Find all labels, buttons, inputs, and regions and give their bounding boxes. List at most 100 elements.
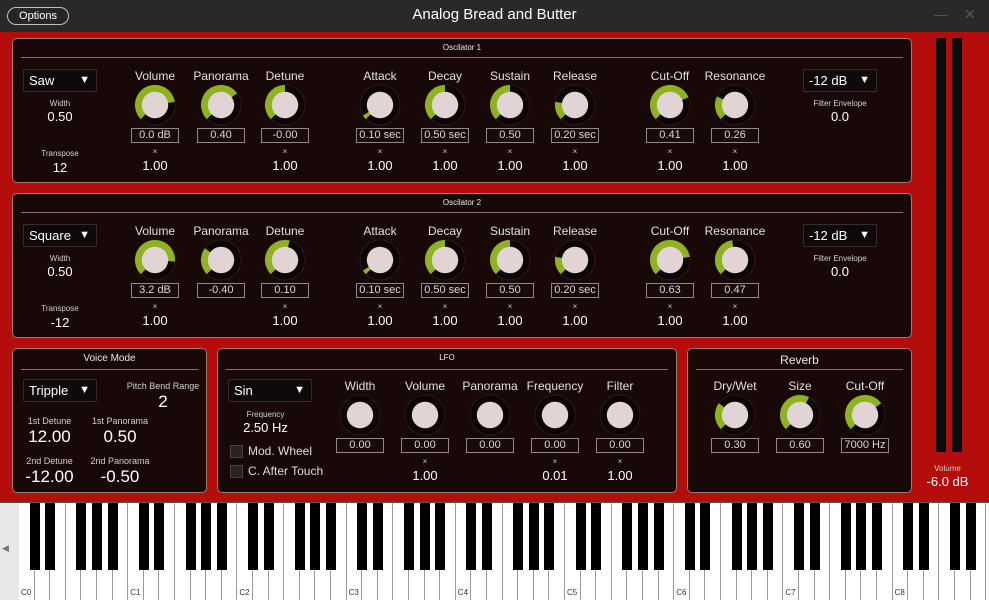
knob-resonance[interactable] [712,82,758,128]
knob-value-box[interactable]: 0.40 [197,128,245,143]
black-key[interactable] [903,503,914,570]
multiplier-value[interactable]: 1.00 [260,158,310,173]
filter-slope-select[interactable]: -12 dB ▼ [803,224,877,247]
multiplier-value[interactable]: 1.00 [645,313,695,328]
black-key[interactable] [965,503,976,570]
knob-value-box[interactable]: 0.20 sec [551,283,599,298]
knob-filter[interactable] [597,392,643,438]
knob-value-box[interactable]: 0.63 [646,283,694,298]
knob-value-box[interactable]: 3.2 dB [131,283,179,298]
black-key[interactable] [840,503,851,570]
black-key[interactable] [762,503,773,570]
knob-value-box[interactable]: 0.00 [596,438,644,453]
black-key[interactable] [404,503,414,570]
knob-volume[interactable] [402,392,448,438]
black-key[interactable] [700,503,711,570]
black-key[interactable] [638,503,648,570]
width-value[interactable]: 0.50 [35,109,85,124]
black-key[interactable] [29,503,40,570]
black-key[interactable] [950,503,960,570]
after-touch-checkbox[interactable] [230,465,243,478]
knob-dry-wet[interactable] [712,392,758,438]
black-key[interactable] [216,503,227,570]
voice-mode-select[interactable]: Tripple ▼ [23,379,97,402]
detune-1-value[interactable]: 12.00 [17,427,82,447]
filter-slope-select[interactable]: -12 dB ▼ [803,69,877,92]
multiplier-value[interactable]: 1.00 [485,158,535,173]
multiplier-value[interactable]: 0.01 [530,468,580,483]
knob-sustain[interactable] [487,237,533,283]
knob-value-box[interactable]: 0.10 [261,283,309,298]
pitch-bend-value[interactable]: 2 [123,392,203,412]
lfo-waveform-select[interactable]: Sin ▼ [228,379,312,402]
knob-value-box[interactable]: 0.20 sec [551,128,599,143]
multiplier-value[interactable]: 1.00 [645,158,695,173]
black-key[interactable] [201,503,212,570]
knob-value-box[interactable]: 0.26 [711,128,759,143]
knob-value-box[interactable]: 0.10 sec [356,128,404,143]
piano-keyboard[interactable]: ◀ C0 C1 C2 C3 C4 C5 C6 C7 C8 [0,502,989,600]
mod-wheel-checkbox[interactable] [230,445,243,458]
black-key[interactable] [92,503,102,570]
black-key[interactable] [528,503,539,570]
close-icon[interactable]: ✕ [964,6,976,23]
knob-frequency[interactable] [532,392,578,438]
black-key[interactable] [310,503,321,570]
knob-sustain[interactable] [487,82,533,128]
knob-detune[interactable] [262,82,308,128]
knob-attack[interactable] [357,82,403,128]
black-key[interactable] [591,503,602,570]
multiplier-value[interactable]: 1.00 [420,313,470,328]
black-key[interactable] [466,503,477,570]
scroll-left-icon[interactable]: ◀ [2,543,9,554]
filter-envelope-value[interactable]: 0.0 [800,109,880,124]
knob-resonance[interactable] [712,237,758,283]
multiplier-value[interactable]: 1.00 [355,313,405,328]
knob-panorama[interactable] [198,237,244,283]
waveform-select[interactable]: Square ▼ [23,224,97,247]
black-key[interactable] [372,503,383,570]
knob-panorama[interactable] [198,82,244,128]
black-key[interactable] [794,503,804,570]
knob-value-box[interactable]: 0.41 [646,128,694,143]
black-key[interactable] [419,503,430,570]
transpose-value[interactable]: 12 [35,160,85,175]
knob-cut-off[interactable] [647,237,693,283]
black-key[interactable] [326,503,336,570]
knob-value-box[interactable]: 7000 Hz [841,438,889,453]
knob-value-box[interactable]: 0.0 dB [131,128,179,143]
knob-volume[interactable] [132,82,178,128]
black-key[interactable] [918,503,929,570]
black-key[interactable] [248,503,258,570]
knob-detune[interactable] [262,237,308,283]
multiplier-value[interactable]: 1.00 [550,158,600,173]
knob-value-box[interactable]: 0.00 [336,438,384,453]
knob-value-box[interactable]: 0.00 [401,438,449,453]
knob-value-box[interactable]: 0.00 [531,438,579,453]
black-key[interactable] [154,503,165,570]
black-key[interactable] [45,503,56,570]
black-key[interactable] [294,503,305,570]
detune-2-value[interactable]: -12.00 [17,467,82,487]
black-key[interactable] [872,503,882,570]
knob-cut-off[interactable] [647,82,693,128]
knob-value-box[interactable]: 0.60 [776,438,824,453]
lfo-frequency-value[interactable]: 2.50 Hz [228,420,303,435]
multiplier-value[interactable]: 1.00 [130,313,180,328]
black-key[interactable] [684,503,695,570]
knob-attack[interactable] [357,237,403,283]
black-key[interactable] [513,503,524,570]
multiplier-value[interactable]: 1.00 [595,468,645,483]
knob-value-box[interactable]: -0.40 [197,283,245,298]
knob-value-box[interactable]: 0.50 [486,283,534,298]
knob-value-box[interactable]: -0.00 [261,128,309,143]
multiplier-value[interactable]: 1.00 [355,158,405,173]
multiplier-value[interactable]: 1.00 [710,313,760,328]
black-key[interactable] [263,503,274,570]
knob-value-box[interactable]: 0.30 [711,438,759,453]
panorama-1-value[interactable]: 0.50 [85,427,155,447]
knob-decay[interactable] [422,237,468,283]
multiplier-value[interactable]: 1.00 [130,158,180,173]
knob-volume[interactable] [132,237,178,283]
minimize-icon[interactable]: — [934,6,948,22]
